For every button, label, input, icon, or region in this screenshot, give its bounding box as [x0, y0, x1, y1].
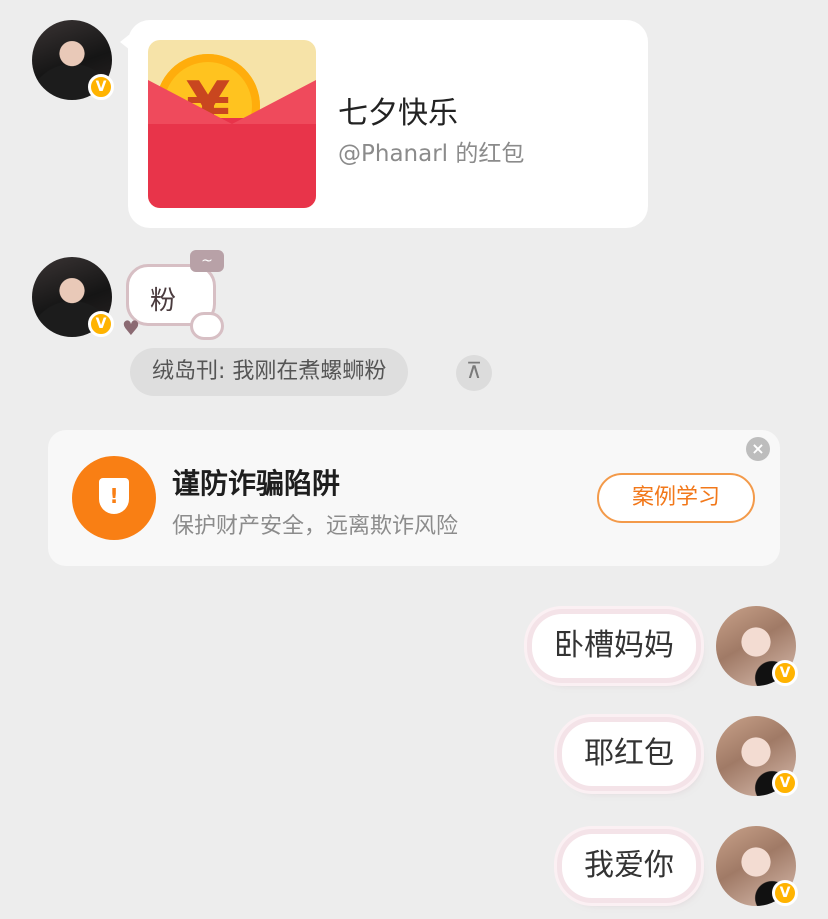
contact-avatar[interactable]: V — [32, 20, 114, 100]
envelope-flap — [148, 80, 316, 124]
fraud-warning-subtitle: 保护财产安全，远离欺诈风险 — [172, 514, 459, 539]
my-avatar[interactable]: V — [716, 826, 798, 906]
shield-exclamation-icon: ! — [99, 478, 129, 514]
bear-icon — [190, 312, 224, 340]
contact-avatar[interactable]: V — [32, 257, 114, 337]
red-packet-icon: ¥ — [148, 40, 316, 208]
sticker-tag-icon: ~ — [190, 250, 224, 272]
outgoing-message[interactable]: 我爱你 — [562, 834, 696, 898]
red-packet-card[interactable]: ¥ 七夕快乐 @Phanarl 的红包 — [120, 20, 648, 228]
quoted-message[interactable]: 绒岛刊: 我刚在煮螺蛳粉 — [130, 348, 409, 396]
my-avatar[interactable]: V — [716, 606, 798, 686]
heart-icon: ♥ — [122, 316, 140, 340]
red-packet-title: 七夕快乐 — [338, 96, 458, 131]
envelope-body — [148, 118, 316, 208]
verified-badge-icon: V — [772, 660, 798, 686]
case-study-button[interactable]: 案例学习 — [597, 473, 755, 523]
sticker-text: 粉 — [150, 286, 177, 316]
close-icon[interactable]: × — [746, 437, 770, 461]
jump-to-quote-icon[interactable]: ⊼ — [456, 355, 492, 391]
outgoing-message[interactable]: 卧槽妈妈 — [532, 614, 696, 678]
verified-badge-icon: V — [88, 74, 114, 100]
verified-badge-icon: V — [772, 880, 798, 906]
fraud-warning-title: 谨防诈骗陷阱 — [172, 467, 341, 500]
outgoing-message[interactable]: 耶红包 — [562, 722, 696, 786]
verified-badge-icon: V — [772, 770, 798, 796]
red-packet-sender: @Phanarl 的红包 — [338, 141, 525, 167]
verified-badge-icon: V — [88, 311, 114, 337]
my-avatar[interactable]: V — [716, 716, 798, 796]
